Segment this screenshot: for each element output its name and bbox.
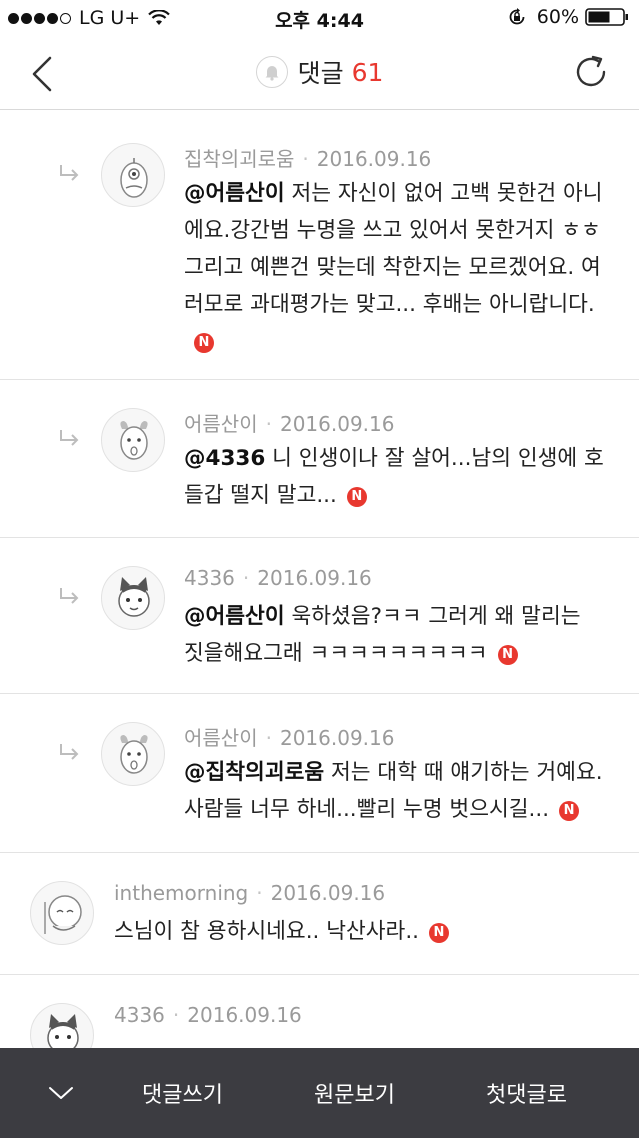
status-right: 60% <box>507 6 629 28</box>
bottom-toolbar: 댓글쓰기 원문보기 첫댓글로 <box>0 1048 639 1138</box>
comment-meta: 어름산이 · 2016.09.16 <box>184 412 395 436</box>
avatar[interactable] <box>30 881 94 945</box>
avatar-face-icon <box>44 895 82 934</box>
battery-icon <box>585 8 628 26</box>
comment-item: 어름산이 · 2016.09.16 @4336 니 인생이나 잘 살어...남의 인… <box>0 380 639 538</box>
comment-date: 2016.09.16 <box>279 726 395 750</box>
comment-item: 어름산이 · 2016.09.16 @집착의괴로움 저는 대학 때 얘기하는 거예요… <box>0 694 639 853</box>
avatar[interactable] <box>30 1003 94 1048</box>
avatar[interactable] <box>101 408 165 472</box>
comment-date: 2016.09.16 <box>257 566 372 590</box>
view-original-button[interactable]: 원문보기 <box>314 1077 395 1109</box>
avatar-dog-icon <box>120 421 148 460</box>
new-badge: N <box>194 333 214 353</box>
new-badge: N <box>497 645 518 665</box>
comment-author[interactable]: 4336 <box>184 566 235 590</box>
avatar-cyclops-icon <box>120 158 148 198</box>
comment-item: 4336 · 2016.09.16 @어름산이 욱하셨음?ㅋㅋ 그러게 왜 말리는 … <box>0 538 639 694</box>
nav-title: 댓글 61 <box>0 54 639 90</box>
comment-item: inthemorning · 2016.09.16 스님이 참 용하시네요.. 낙산… <box>0 853 639 975</box>
mention[interactable]: @어름산이 <box>184 181 285 206</box>
avatar-dog-icon <box>120 735 148 774</box>
nav-bar: 댓글 61 <box>0 36 639 110</box>
chevron-down-icon[interactable] <box>48 1084 74 1102</box>
comment-author[interactable]: 어름산이 <box>184 412 258 436</box>
comment-item: 집착의괴로움 · 2016.09.16 @어름산이 저는 자신이 없어 고백 못한건… <box>0 111 639 380</box>
new-badge: N <box>428 923 449 943</box>
battery-percent: 60% <box>536 6 579 28</box>
comment-meta: inthemorning · 2016.09.16 <box>114 881 386 905</box>
comment-author[interactable]: 어름산이 <box>184 726 258 750</box>
comment-date: 2016.09.16 <box>316 147 432 171</box>
mention[interactable]: @집착의괴로움 <box>184 760 324 785</box>
mention[interactable]: @4336 <box>184 446 265 471</box>
comment-body: @집착의괴로움 저는 대학 때 얘기하는 거예요. 사람들 너무 하네...빨리… <box>184 754 614 828</box>
comment-body: 스님이 참 용하시네요.. 낙산사라.. N <box>114 913 614 950</box>
bell-button[interactable] <box>255 56 288 88</box>
reply-arrow-icon <box>60 165 79 181</box>
avatar-cat-icon <box>118 577 150 617</box>
new-badge: N <box>346 487 367 507</box>
first-comment-button[interactable]: 첫댓글로 <box>486 1077 567 1109</box>
comment-item: 4336 · 2016.09.16 <box>0 975 639 1048</box>
mention[interactable]: @어름산이 <box>184 604 285 629</box>
comment-date: 2016.09.16 <box>270 881 386 905</box>
avatar[interactable] <box>101 143 165 207</box>
comment-author[interactable]: inthemorning <box>114 881 248 905</box>
new-badge: N <box>559 801 580 821</box>
avatar[interactable] <box>101 566 165 630</box>
comment-author[interactable]: 집착의괴로움 <box>184 147 294 171</box>
comment-body: @어름산이 욱하셨음?ㅋㅋ 그러게 왜 말리는 짓을해요그래 ㅋㅋㅋㅋㅋㅋㅋㅋㅋ… <box>184 598 604 672</box>
comment-date: 2016.09.16 <box>279 412 395 436</box>
comment-meta: 4336 · 2016.09.16 <box>114 1003 302 1027</box>
avatar-cat-icon <box>47 1014 79 1048</box>
reply-arrow-icon <box>60 430 79 446</box>
reply-arrow-icon <box>60 744 79 760</box>
comment-body: @어름산이 저는 자신이 없어 고백 못한건 아니에요.강간범 누명을 쓰고 있… <box>184 175 604 360</box>
refresh-icon[interactable] <box>571 52 611 92</box>
page-title: 댓글 <box>297 59 344 88</box>
write-comment-button[interactable]: 댓글쓰기 <box>142 1077 223 1109</box>
bell-icon <box>265 66 279 81</box>
comment-author[interactable]: 4336 <box>114 1003 165 1027</box>
rotation-lock-icon <box>509 8 525 25</box>
comment-meta: 집착의괴로움 · 2016.09.16 <box>184 147 432 171</box>
comment-count: 61 <box>351 57 384 87</box>
reply-arrow-icon <box>60 588 79 604</box>
status-bar: LG U+ 오후 4:44 60% <box>0 0 639 36</box>
comment-date: 2016.09.16 <box>187 1003 302 1027</box>
comment-meta: 어름산이 · 2016.09.16 <box>184 726 395 750</box>
comment-body: @4336 니 인생이나 잘 살어...남의 인생에 호들갑 떨지 말고... N <box>184 440 604 514</box>
comment-meta: 4336 · 2016.09.16 <box>184 566 372 590</box>
comment-text: 스님이 참 용하시네요.. 낙산사라.. <box>114 919 419 944</box>
avatar[interactable] <box>101 722 165 786</box>
